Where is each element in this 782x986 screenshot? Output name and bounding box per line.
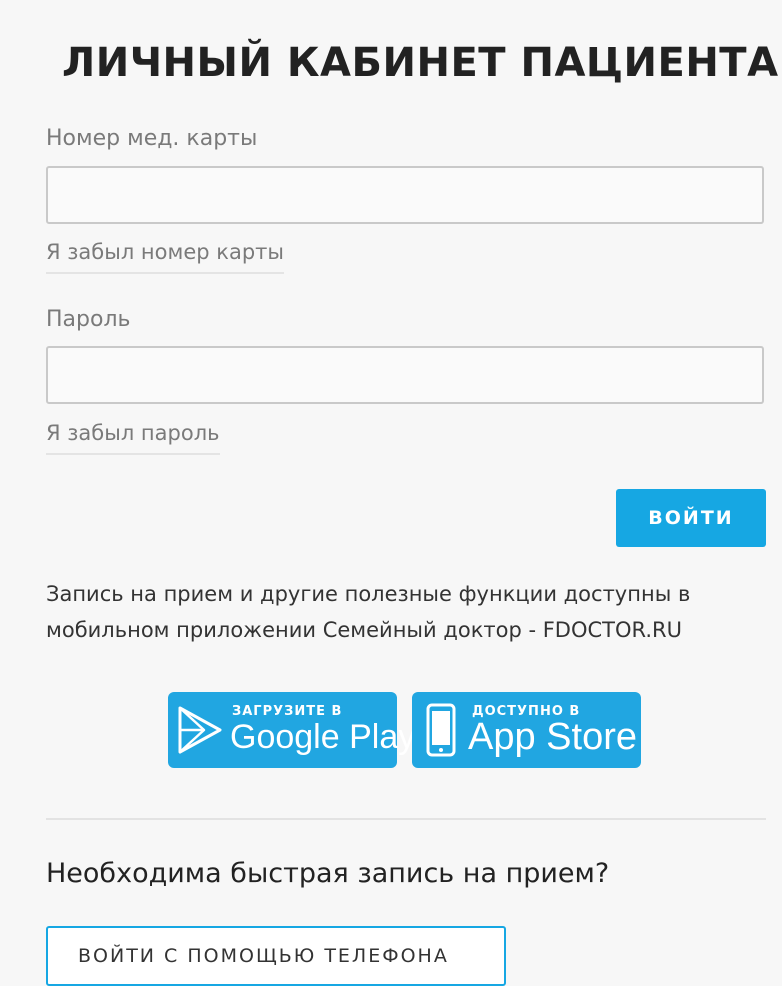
app-store-button[interactable]: ДОСТУПНО В App Store xyxy=(412,692,641,768)
password-input[interactable] xyxy=(46,346,764,404)
google-play-small-text: ЗАГРУЗИТЕ В xyxy=(232,704,343,719)
quick-booking-question: Необходима быстрая запись на прием? xyxy=(46,858,610,889)
card-number-input[interactable] xyxy=(46,166,764,224)
phone-login-button[interactable]: ВОЙТИ С ПОМОЩЬЮ ТЕЛЕФОНА xyxy=(46,926,506,986)
forgot-card-number-link[interactable]: Я забыл номер карты xyxy=(46,240,284,274)
app-info-text: Запись на прием и другие полезные функци… xyxy=(46,582,691,642)
phone-icon xyxy=(426,703,456,761)
password-label: Пароль xyxy=(46,307,131,332)
google-play-big-text: Google Play xyxy=(230,718,416,756)
play-icon xyxy=(174,704,226,760)
section-divider xyxy=(46,818,766,820)
card-number-label: Номер мед. карты xyxy=(46,126,258,151)
app-store-big-text: App Store xyxy=(468,716,637,758)
google-play-button[interactable]: ЗАГРУЗИТЕ В Google Play xyxy=(168,692,415,768)
patient-account-page: ЛИЧНЫЙ КАБИНЕТ ПАЦИЕНТА Номер мед. карты… xyxy=(0,0,782,986)
login-button[interactable]: ВОЙТИ xyxy=(616,489,766,547)
forgot-password-link[interactable]: Я забыл пароль xyxy=(46,421,220,455)
page-title: ЛИЧНЫЙ КАБИНЕТ ПАЦИЕНТА xyxy=(62,40,779,86)
